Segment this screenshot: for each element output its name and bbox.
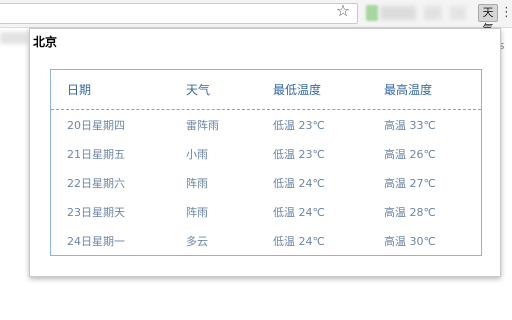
date-cell: 23日星期天	[67, 206, 125, 219]
date-cell: 20日星期四	[67, 119, 125, 132]
header-date: 日期	[67, 83, 92, 97]
table-row: 24日星期一 多云 低温 24℃ 高温 30℃	[51, 232, 481, 252]
date-cell: 24日星期一	[67, 235, 125, 248]
high-temp-cell: 高温 33℃	[384, 119, 436, 132]
weather-cell: 阵雨	[186, 206, 208, 219]
table-row: 20日星期四 雷阵雨 低温 23℃ 高温 33℃	[51, 116, 481, 136]
date-cell: 21日星期五	[67, 148, 125, 161]
blurred-extension-icon	[366, 5, 378, 21]
table-header-row: 日期 天气 最低温度 最高温度	[51, 70, 481, 110]
browser-menu-icon[interactable]: ⋮	[500, 5, 512, 21]
weather-cell: 阵雨	[186, 177, 208, 190]
weather-table: 日期 天气 最低温度 最高温度 20日星期四 雷阵雨 低温 23℃ 高温 33℃…	[50, 69, 482, 256]
high-temp-cell: 高温 26℃	[384, 148, 436, 161]
blurred-extension-icon	[450, 6, 466, 20]
browser-toolbar: ☆ 天气 ⋮	[0, 0, 512, 35]
blurred-extension-icon	[424, 6, 442, 20]
weather-extension-button[interactable]: 天气	[478, 4, 498, 35]
header-low-temp: 最低温度	[273, 83, 322, 97]
address-bar[interactable]	[0, 3, 358, 24]
high-temp-cell: 高温 27℃	[384, 177, 436, 190]
city-title: 北京	[33, 35, 58, 49]
low-temp-cell: 低温 24℃	[273, 177, 325, 190]
blurred-bookmark	[0, 32, 28, 44]
weather-cell: 多云	[186, 235, 208, 248]
low-temp-cell: 低温 24℃	[273, 235, 325, 248]
high-temp-cell: 高温 28℃	[384, 206, 436, 219]
date-cell: 22日星期六	[67, 177, 125, 190]
header-weather: 天气	[186, 83, 211, 97]
table-row: 21日星期五 小雨 低温 23℃ 高温 26℃	[51, 145, 481, 165]
high-temp-cell: 高温 30℃	[384, 235, 436, 248]
header-high-temp: 最高温度	[384, 83, 433, 97]
weather-cell: 小雨	[186, 148, 208, 161]
weather-popup: 北京 日期 天气 最低温度 最高温度 20日星期四 雷阵雨 低温 23℃ 高温 …	[29, 28, 501, 277]
table-row: 23日星期天 阵雨 低温 24℃ 高温 28℃	[51, 203, 481, 223]
low-temp-cell: 低温 23℃	[273, 148, 325, 161]
bookmark-star-icon[interactable]: ☆	[334, 2, 352, 20]
weather-cell: 雷阵雨	[186, 119, 219, 132]
low-temp-cell: 低温 23℃	[273, 119, 325, 132]
low-temp-cell: 低温 24℃	[273, 206, 325, 219]
table-row: 22日星期六 阵雨 低温 24℃ 高温 27℃	[51, 174, 481, 194]
blurred-extension-icon	[380, 6, 416, 20]
